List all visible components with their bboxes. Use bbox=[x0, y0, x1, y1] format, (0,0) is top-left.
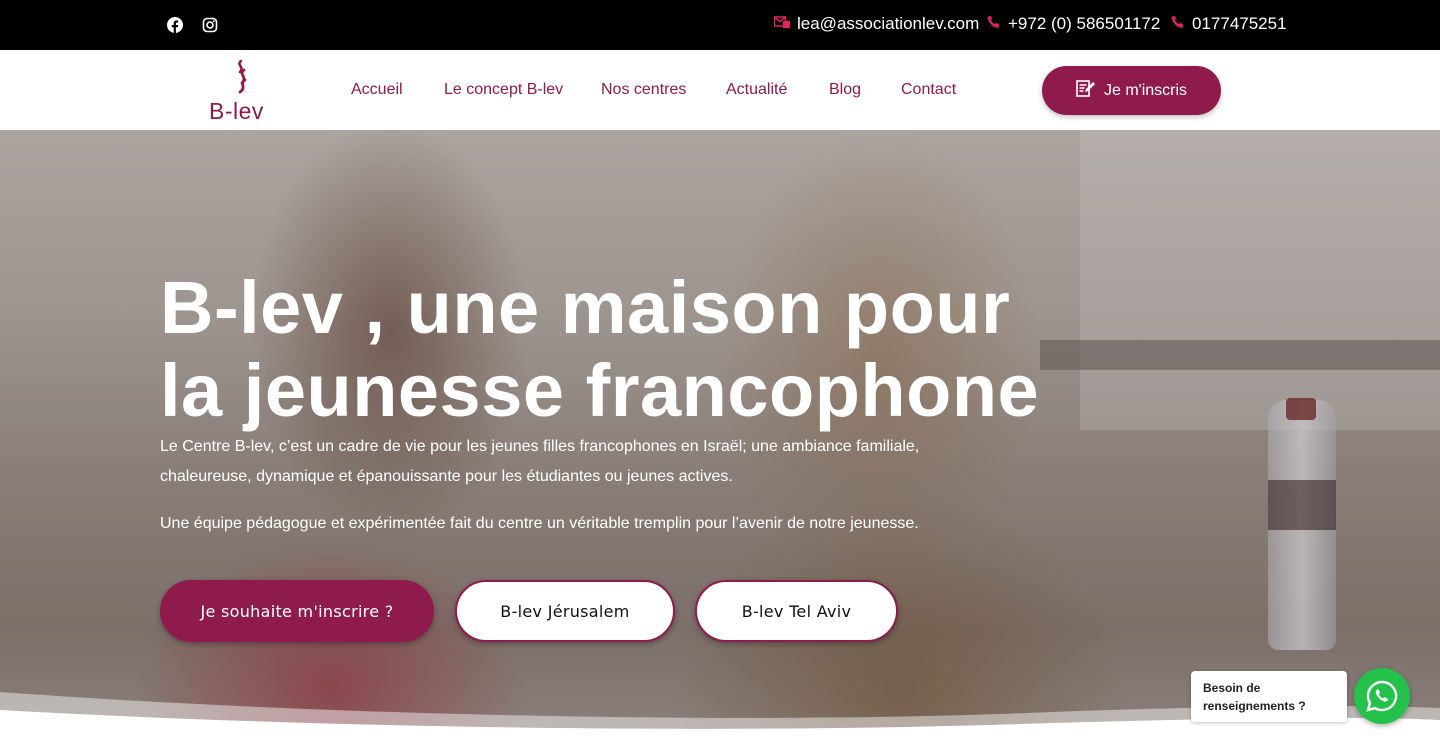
chat-prompt-line-2: renseignements ? bbox=[1203, 699, 1306, 713]
facebook-icon[interactable] bbox=[166, 16, 184, 34]
hero-title-line-1: B-lev , une maison pour bbox=[160, 266, 1011, 349]
phone-text-1: +972 (0) 586501172 bbox=[1008, 14, 1161, 33]
hero-title: B-lev , une maison pour la jeunesse fran… bbox=[160, 266, 1060, 432]
nav-centres[interactable]: Nos centres bbox=[601, 81, 686, 99]
tel-aviv-button[interactable]: B-lev Tel Aviv bbox=[695, 580, 898, 642]
hero-title-line-2: la jeunesse francophone bbox=[160, 349, 1040, 432]
nav-accueil[interactable]: Accueil bbox=[351, 81, 403, 99]
whatsapp-icon bbox=[1366, 680, 1398, 712]
register-button[interactable]: Je m'inscris bbox=[1042, 66, 1221, 115]
register-button-label: Je m'inscris bbox=[1103, 81, 1188, 99]
hero-description-1: Le Centre B-lev, c’est un cadre de vie p… bbox=[160, 438, 920, 485]
nav-blog[interactable]: Blog bbox=[829, 81, 861, 99]
wish-register-button[interactable]: Je souhaite m'inscrire ? bbox=[160, 580, 434, 642]
main-navigation: B-lev Accueil Le concept B-lev Nos centr… bbox=[0, 50, 1440, 130]
nav-concept[interactable]: Le concept B-lev bbox=[444, 81, 563, 99]
chat-prompt-line-1: Besoin de bbox=[1203, 681, 1261, 695]
flame-logo-icon bbox=[238, 60, 247, 94]
logo-text: B-lev bbox=[209, 98, 264, 124]
email-link[interactable]: lea@associationlev.com bbox=[773, 14, 980, 34]
nav-contact[interactable]: Contact bbox=[901, 81, 956, 99]
phone-link-2[interactable]: 0177475251 bbox=[1171, 14, 1287, 34]
nav-actualite[interactable]: Actualité bbox=[726, 81, 787, 99]
hero-description-2: Une équipe pédagogue et expérimentée fai… bbox=[160, 515, 919, 532]
chat-prompt-bubble[interactable]: Besoin de renseignements ? bbox=[1191, 671, 1347, 722]
phone-text-2: 0177475251 bbox=[1192, 14, 1287, 33]
logo[interactable]: B-lev bbox=[206, 60, 272, 124]
phone-link-1[interactable]: +972 (0) 586501172 bbox=[987, 14, 1160, 34]
edit-icon bbox=[1076, 79, 1096, 102]
email-text: lea@associationlev.com bbox=[797, 14, 980, 33]
hero-section: B-lev , une maison pour la jeunesse fran… bbox=[0, 130, 1440, 754]
whatsapp-button[interactable] bbox=[1354, 668, 1410, 724]
phone-icon bbox=[987, 14, 1001, 34]
jerusalem-button[interactable]: B-lev Jérusalem bbox=[455, 580, 675, 642]
phone-icon bbox=[1171, 14, 1185, 34]
mail-icon bbox=[773, 14, 790, 34]
top-bar: lea@associationlev.com +972 (0) 58650117… bbox=[0, 0, 1440, 50]
instagram-icon[interactable] bbox=[201, 16, 219, 34]
